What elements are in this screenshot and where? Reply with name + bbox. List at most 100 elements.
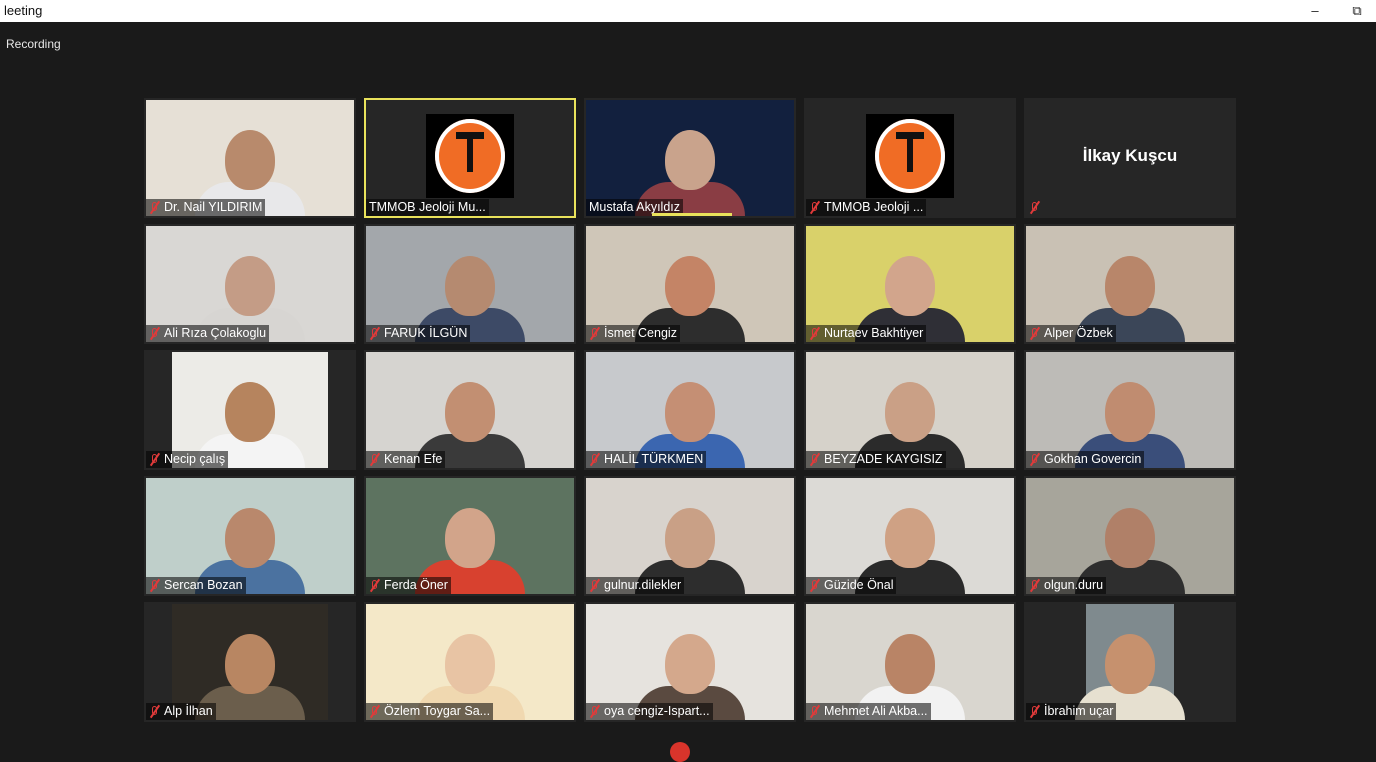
participant-name: Necip çalış	[164, 452, 226, 466]
participant-name: Gokhan Govercin	[1044, 452, 1142, 466]
participant-display-name: İlkay Kuşcu	[1082, 146, 1178, 165]
participant-tile[interactable]: Alp İlhan	[144, 602, 356, 722]
participant-tile[interactable]: Güzide Önal	[804, 476, 1016, 596]
participant-name: İsmet Cengiz	[604, 326, 677, 340]
participant-name-label: Kenan Efe	[366, 451, 446, 468]
participant-tile[interactable]: Ferda Öner	[364, 476, 576, 596]
participant-name: BEYZADE KAYGISIZ	[824, 452, 943, 466]
participant-name-label: Gokhan Govercin	[1026, 451, 1145, 468]
tmmob-logo-icon	[426, 114, 514, 198]
participant-tile[interactable]: oya cengiz-Ispart...	[584, 602, 796, 722]
participant-name-label: İbrahim uçar	[1026, 703, 1117, 720]
participant-name: FARUK İLGÜN	[384, 326, 468, 340]
participant-name: İbrahim uçar	[1044, 704, 1114, 718]
muted-mic-icon	[1029, 452, 1041, 467]
participant-name-label: Necip çalış	[146, 451, 229, 468]
participant-tile[interactable]: Necip çalış	[144, 350, 356, 470]
muted-mic-icon	[1029, 704, 1041, 719]
participant-name-label: İsmet Cengiz	[586, 325, 680, 342]
muted-mic-icon	[809, 452, 821, 467]
participant-name-label: Mehmet Ali Akba...	[806, 703, 931, 720]
muted-mic-icon	[149, 704, 161, 719]
participant-tile[interactable]: Sercan Bozan	[144, 476, 356, 596]
participant-name-label: oya cengiz-Ispart...	[586, 703, 713, 720]
recording-indicator: Recording	[6, 37, 61, 51]
participant-name-label: Özlem Toygar Sa...	[366, 703, 494, 720]
muted-mic-icon	[809, 704, 821, 719]
muted-mic-icon	[369, 578, 381, 593]
participant-tile[interactable]: Nurtaev Bakhtiyer	[804, 224, 1016, 344]
participant-name: gulnur.dilekler	[604, 578, 682, 592]
participant-name-label: Güzide Önal	[806, 577, 897, 594]
participant-name: Kenan Efe	[384, 452, 443, 466]
restore-button[interactable]: ⧉	[1346, 0, 1368, 22]
muted-mic-icon	[809, 578, 821, 593]
participant-tile[interactable]: Mustafa Akyıldız	[584, 98, 796, 218]
participant-name-label: olgun.duru	[1026, 577, 1107, 594]
muted-mic-icon	[1029, 200, 1041, 215]
participant-name-label: TMMOB Jeoloji ...	[806, 199, 927, 216]
participant-tile[interactable]: TMMOB Jeoloji ...	[804, 98, 1016, 218]
participant-name: olgun.duru	[1044, 578, 1104, 592]
muted-mic-icon	[369, 704, 381, 719]
participant-name: Dr. Nail YILDIRIM	[164, 200, 263, 214]
participant-tile[interactable]: BEYZADE KAYGISIZ	[804, 350, 1016, 470]
muted-mic-icon	[149, 326, 161, 341]
participant-name-label: Nurtaev Bakhtiyer	[806, 325, 927, 342]
participant-tile[interactable]: Alper Özbek	[1024, 224, 1236, 344]
participant-name: Özlem Toygar Sa...	[384, 704, 491, 718]
participant-name-label: Alp İlhan	[146, 703, 216, 720]
participant-tile[interactable]: olgun.duru	[1024, 476, 1236, 596]
tmmob-logo-icon	[866, 114, 954, 198]
participant-tile[interactable]: İbrahim uçar	[1024, 602, 1236, 722]
muted-mic-icon	[589, 704, 601, 719]
participant-name: HALİL TÜRKMEN	[604, 452, 704, 466]
participant-name-label: gulnur.dilekler	[586, 577, 685, 594]
participant-tile[interactable]: İsmet Cengiz	[584, 224, 796, 344]
muted-mic-icon	[1029, 326, 1041, 341]
participant-tile[interactable]: Özlem Toygar Sa...	[364, 602, 576, 722]
minimize-button[interactable]: –	[1304, 0, 1326, 22]
participant-name-label: BEYZADE KAYGISIZ	[806, 451, 946, 468]
participant-name: Alper Özbek	[1044, 326, 1113, 340]
participant-name-label: Ali Rıza Çolakoglu	[146, 325, 270, 342]
participant-name: Ali Rıza Çolakoglu	[164, 326, 267, 340]
participant-tile[interactable]: FARUK İLGÜN	[364, 224, 576, 344]
participant-name: Alp İlhan	[164, 704, 213, 718]
participant-name-label: Ferda Öner	[366, 577, 451, 594]
participant-name-label: Dr. Nail YILDIRIM	[146, 199, 266, 216]
participant-name: oya cengiz-Ispart...	[604, 704, 710, 718]
participant-tile[interactable]: HALİL TÜRKMEN	[584, 350, 796, 470]
muted-mic-icon	[589, 452, 601, 467]
window-title: leeting	[4, 3, 43, 18]
muted-mic-icon	[809, 200, 821, 215]
muted-mic-icon	[1029, 578, 1041, 593]
muted-mic-icon	[149, 200, 161, 215]
participant-name-label: HALİL TÜRKMEN	[586, 451, 707, 468]
participant-tile[interactable]: Mehmet Ali Akba...	[804, 602, 1016, 722]
muted-mic-icon	[369, 452, 381, 467]
participant-name-label: Alper Özbek	[1026, 325, 1116, 342]
gallery-view: Dr. Nail YILDIRIM TMMOB Jeoloji Mu... Must…	[144, 98, 1236, 726]
muted-mic-icon	[809, 326, 821, 341]
muted-mic-icon	[149, 578, 161, 593]
control-bar-icon[interactable]	[670, 742, 690, 762]
participant-tile[interactable]: TMMOB Jeoloji Mu...	[364, 98, 576, 218]
participant-name: Sercan Bozan	[164, 578, 243, 592]
participant-tile[interactable]: İlkay Kuşcu	[1024, 98, 1236, 218]
participant-name-label: FARUK İLGÜN	[366, 325, 471, 342]
participant-tile[interactable]: Ali Rıza Çolakoglu	[144, 224, 356, 344]
participant-name: Nurtaev Bakhtiyer	[824, 326, 924, 340]
title-bar: leeting – ⧉	[0, 0, 1376, 22]
participant-tile[interactable]: Dr. Nail YILDIRIM	[144, 98, 356, 218]
participant-tile[interactable]: gulnur.dilekler	[584, 476, 796, 596]
participant-tile[interactable]: Kenan Efe	[364, 350, 576, 470]
participant-name: Güzide Önal	[824, 578, 894, 592]
muted-mic-icon	[589, 578, 601, 593]
participant-name-label: TMMOB Jeoloji Mu...	[366, 199, 489, 216]
participant-tile[interactable]: Gokhan Govercin	[1024, 350, 1236, 470]
muted-mic-icon	[589, 326, 601, 341]
speaking-indicator	[652, 213, 732, 216]
participant-name: Ferda Öner	[384, 578, 448, 592]
participant-name-label	[1026, 199, 1044, 216]
